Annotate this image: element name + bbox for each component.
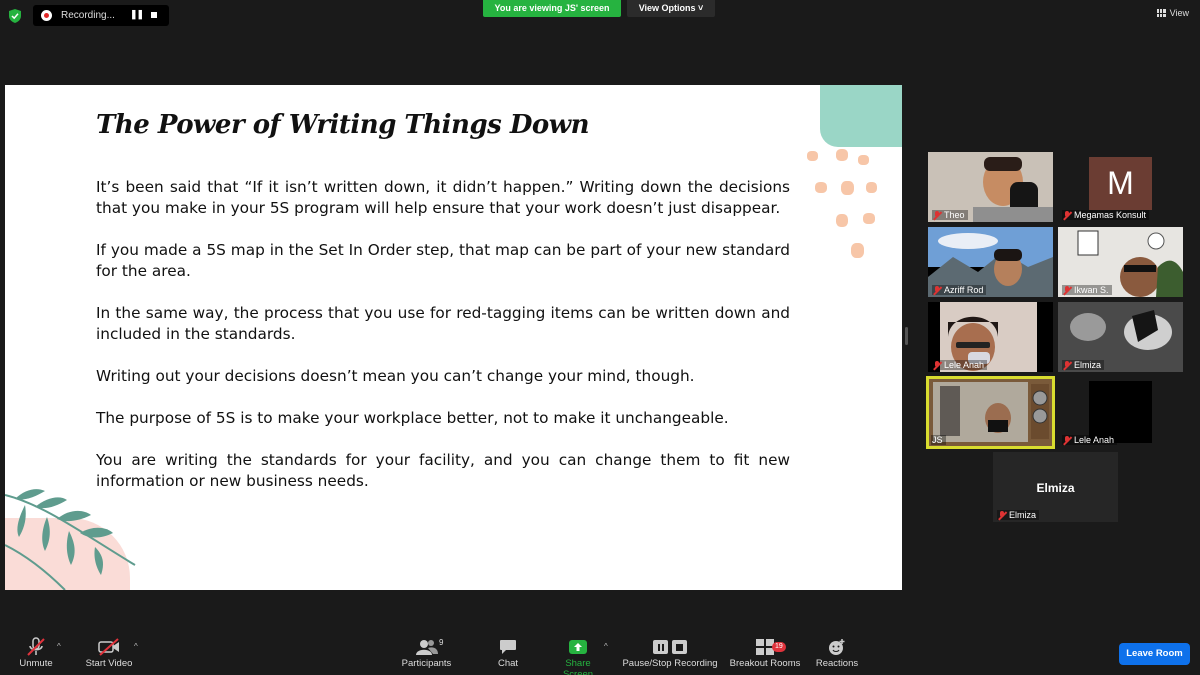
- video-off-icon: [98, 638, 119, 656]
- participant-display-name: Elmiza: [1036, 481, 1075, 495]
- pause-stop-recording-label: Pause/Stop Recording: [622, 658, 718, 669]
- video-tile[interactable]: Ikwan S.: [1058, 227, 1183, 297]
- slide-paragraph: You are writing the standards for your f…: [96, 451, 790, 490]
- participants-button[interactable]: 9 Participants: [398, 636, 455, 669]
- participants-label: Participants: [401, 658, 452, 669]
- video-tile[interactable]: M Megamas Konsult: [1058, 152, 1183, 222]
- share-screen-button[interactable]: Share Screen: [549, 636, 607, 675]
- pause-recording-icon[interactable]: ❚❚: [130, 9, 144, 20]
- decorative-shape: [820, 85, 902, 147]
- slide-paragraph: Writing out your decisions doesn’t mean …: [96, 367, 695, 385]
- video-tile[interactable]: Elmiza Elmiza: [993, 452, 1118, 522]
- meeting-toolbar: Unmute ^ Start Video ^ 9 Participants Ch…: [0, 632, 1200, 675]
- muted-mic-icon: [933, 210, 941, 220]
- video-options-caret[interactable]: ^: [134, 642, 138, 651]
- panel-resize-handle[interactable]: [905, 327, 908, 345]
- recording-label: Recording...: [61, 10, 115, 21]
- participant-name: Azriff Rod: [932, 285, 987, 295]
- video-tile[interactable]: Azriff Rod: [928, 227, 1053, 297]
- reactions-button[interactable]: Reactions: [815, 636, 859, 669]
- participant-name: JS: [931, 435, 946, 445]
- participant-name: Elmiza: [997, 510, 1040, 520]
- muted-mic-icon: [998, 510, 1006, 520]
- reactions-label: Reactions: [815, 658, 859, 669]
- participant-name: Megamas Konsult: [1062, 210, 1150, 220]
- grid-view-icon: [1156, 9, 1166, 17]
- record-icon: [41, 10, 52, 21]
- pause-stop-recording-button[interactable]: Pause/Stop Recording: [621, 636, 719, 669]
- video-tile[interactable]: Lele Anah: [1058, 377, 1183, 447]
- view-button[interactable]: View: [1156, 8, 1189, 18]
- muted-mic-icon: [1063, 435, 1071, 445]
- muted-mic-icon: [933, 360, 941, 370]
- pause-icon: [653, 640, 668, 654]
- view-options-button[interactable]: View Options ˅: [627, 0, 715, 17]
- participant-name: Lele Anah: [932, 360, 988, 370]
- participant-name: Lele Anah: [1062, 435, 1118, 445]
- leaf-decoration-icon: [5, 489, 136, 590]
- slide-body: It’s been said that “If it isn’t written…: [96, 177, 790, 513]
- security-shield-icon[interactable]: [9, 9, 21, 23]
- breakout-rooms-button[interactable]: 19 Breakout Rooms: [728, 636, 802, 669]
- breakout-count-badge: 19: [772, 642, 786, 652]
- recording-indicator: Recording... ❚❚: [33, 5, 169, 26]
- leave-room-button[interactable]: Leave Room: [1119, 643, 1190, 665]
- audio-options-caret[interactable]: ^: [57, 642, 61, 651]
- participants-icon: [415, 640, 438, 655]
- participants-count: 9: [439, 638, 444, 647]
- start-video-label: Start Video: [85, 658, 133, 669]
- participant-name: Elmiza: [1062, 360, 1105, 370]
- video-tile[interactable]: Theo: [928, 152, 1053, 222]
- share-options-caret[interactable]: ^: [604, 642, 608, 651]
- muted-mic-icon: [1063, 285, 1071, 295]
- slide-paragraph: If you made a 5S map in the Set In Order…: [96, 241, 790, 280]
- chat-icon: [500, 640, 516, 654]
- start-video-button[interactable]: Start Video: [83, 636, 135, 669]
- avatar: M: [1089, 157, 1152, 210]
- stop-icon: [672, 640, 687, 654]
- view-label: View: [1169, 8, 1189, 18]
- muted-mic-icon: [1063, 360, 1071, 370]
- participant-name: Theo: [932, 210, 968, 220]
- video-tile[interactable]: Elmiza: [1058, 302, 1183, 372]
- shared-screen: The Power of Writing Things Down It’s be…: [5, 85, 902, 590]
- video-tile[interactable]: Lele Anah: [928, 302, 1053, 372]
- muted-microphone-icon: [27, 637, 45, 656]
- share-screen-label: Share Screen: [562, 658, 594, 675]
- unmute-button[interactable]: Unmute: [13, 636, 59, 669]
- slide-paragraph: The purpose of 5S is to make your workpl…: [96, 409, 729, 427]
- slide-paragraph: In the same way, the process that you us…: [96, 304, 790, 343]
- breakout-rooms-label: Breakout Rooms: [729, 658, 801, 669]
- unmute-label: Unmute: [19, 658, 53, 669]
- stop-recording-icon[interactable]: [151, 12, 157, 18]
- reactions-icon: [829, 639, 845, 655]
- share-screen-icon: [569, 640, 587, 654]
- muted-mic-icon: [1063, 210, 1071, 220]
- viewing-screen-banner: You are viewing JS' screen: [483, 0, 621, 17]
- chat-button[interactable]: Chat: [490, 636, 526, 669]
- participant-name: Ikwan S.: [1062, 285, 1112, 295]
- muted-mic-icon: [933, 285, 941, 295]
- slide-paragraph: It’s been said that “If it isn’t written…: [96, 178, 790, 217]
- slide-title: The Power of Writing Things Down: [96, 110, 590, 140]
- video-tile-active-speaker[interactable]: JS: [926, 376, 1055, 449]
- chat-label: Chat: [497, 658, 519, 669]
